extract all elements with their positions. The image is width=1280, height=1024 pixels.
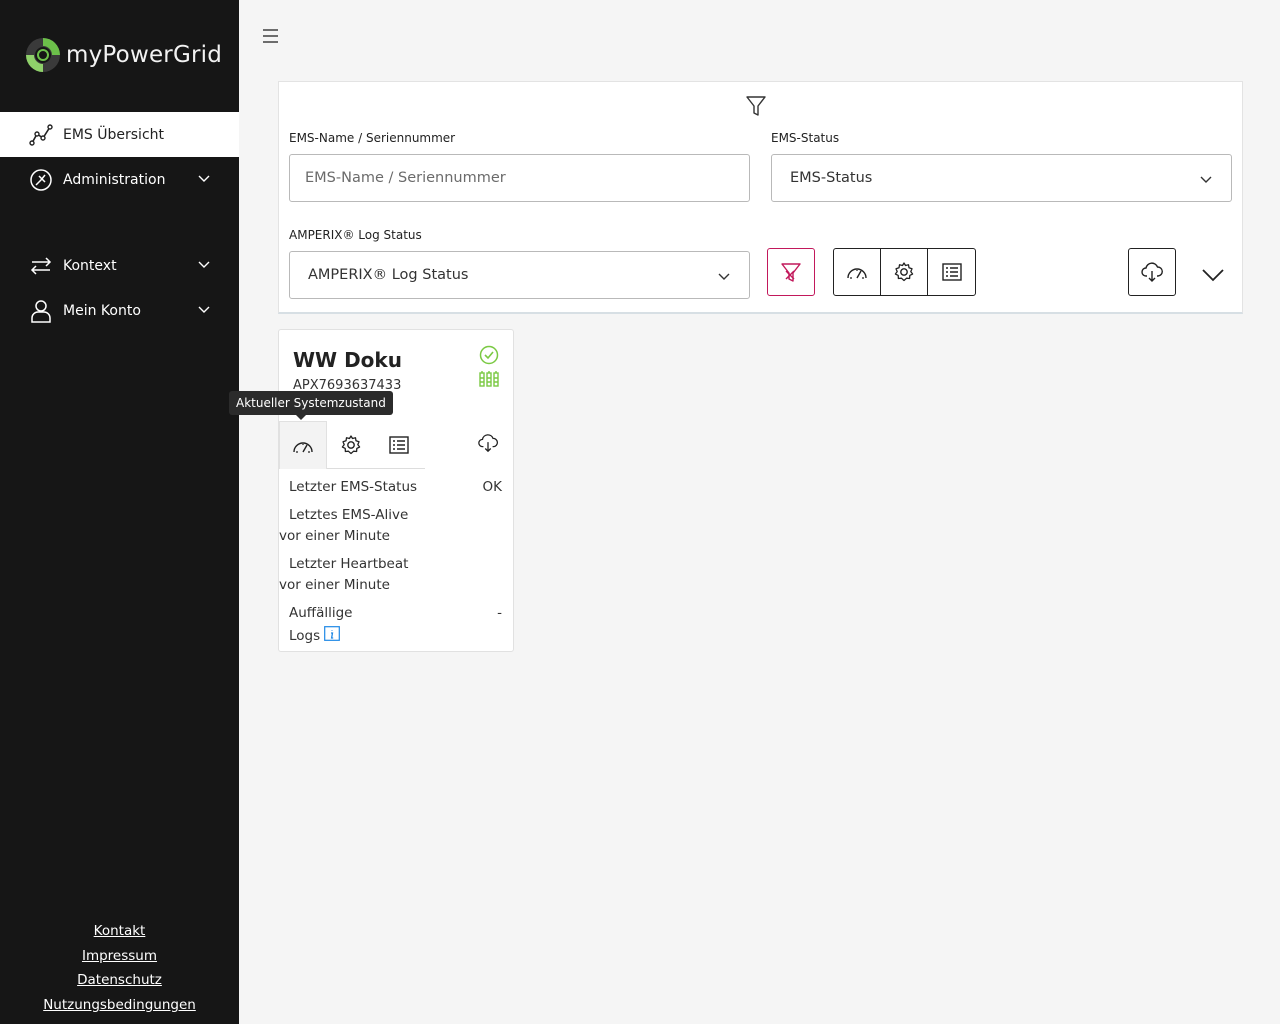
chevron-down-icon [198, 306, 210, 313]
logs-row-label-text: Logs [289, 628, 321, 644]
sidebar-item-administration[interactable]: Administration [0, 157, 239, 202]
gear-icon [341, 435, 361, 455]
ems-status-row-label: Letzter EMS-Status [289, 479, 418, 495]
logs-row-value: - [497, 605, 502, 621]
sidebar-item-label: Mein Konto [63, 302, 141, 319]
chevron-down-icon [718, 273, 730, 280]
cloud-download-icon [1141, 262, 1163, 282]
battery-icon [479, 371, 499, 387]
brand-name: myPowerGrid [66, 42, 223, 68]
check-circle-icon [479, 345, 499, 365]
cloud-download-icon[interactable] [477, 432, 499, 454]
gauge-icon [847, 268, 867, 279]
ems-card-title: WW Doku [293, 348, 402, 372]
chevron-down-icon [198, 175, 210, 182]
sidebar-item-label: EMS Übersicht [63, 126, 165, 143]
gear-icon [894, 262, 914, 282]
logo[interactable]: myPowerGrid [24, 36, 222, 74]
clear-filter-button[interactable] [767, 248, 815, 296]
footer-links: Kontakt Impressum Datenschutz Nutzungsbe… [0, 920, 239, 1018]
sidebar-item-label: Kontext [63, 257, 117, 274]
gauge-icon [293, 441, 313, 453]
admin-icon [28, 167, 54, 193]
sidebar-item-ems-uebersicht[interactable]: EMS Übersicht [0, 112, 239, 157]
download-button[interactable] [1128, 248, 1176, 296]
logs-row-label-2: Logs [289, 626, 341, 644]
sidebar-item-kontext[interactable]: Kontext [0, 243, 239, 288]
card-tabs [279, 421, 425, 469]
chevron-down-icon [198, 261, 210, 268]
ems-status-label: EMS-Status [771, 131, 840, 145]
alive-row-label: Letztes EMS-Alive [289, 507, 409, 523]
ems-name-label: EMS-Name / Seriennummer [289, 131, 456, 145]
datenschutz-link[interactable]: Datenschutz [0, 969, 239, 994]
ems-name-input[interactable] [290, 155, 749, 201]
impressum-link[interactable]: Impressum [0, 945, 239, 970]
kontakt-link[interactable]: Kontakt [0, 920, 239, 945]
sidebar-item-label: Administration [63, 171, 166, 188]
filter-panel: EMS-Name / Seriennummer EMS-Status EMS-S… [278, 81, 1243, 314]
ems-name-field[interactable] [289, 154, 750, 202]
sidebar: myPowerGrid EMS Übersicht Administration… [0, 0, 239, 1024]
tab-logs[interactable] [375, 421, 423, 469]
list-icon [941, 263, 962, 281]
ems-card: WW Doku APX7693637433 Letzter EMS-Status… [278, 329, 514, 652]
sidebar-item-mein-konto[interactable]: Mein Konto [0, 288, 239, 333]
log-status-value: AMPERIX® Log Status [308, 267, 469, 283]
tab-system-state[interactable] [279, 421, 327, 469]
nutzungsbedingungen-link[interactable]: Nutzungsbedingungen [0, 994, 239, 1019]
view-button-group [833, 248, 976, 296]
sidebar-nav: EMS Übersicht Administration Kontext Mei… [0, 112, 239, 333]
system-state-button[interactable] [834, 249, 881, 295]
settings-button[interactable] [881, 249, 928, 295]
chart-line-icon [28, 122, 54, 148]
filter-icon [746, 96, 766, 116]
filter-clear-icon [781, 263, 801, 282]
tab-settings[interactable] [327, 421, 375, 469]
log-status-select[interactable]: AMPERIX® Log Status [289, 251, 750, 299]
power-logo-icon [26, 38, 60, 72]
tooltip: Aktueller Systemzustand [229, 391, 393, 420]
log-list-button[interactable] [928, 249, 975, 295]
log-status-label: AMPERIX® Log Status [289, 228, 422, 242]
menu-icon[interactable] [260, 26, 282, 46]
expand-chevron-icon[interactable] [1201, 267, 1225, 283]
list-icon [389, 436, 409, 454]
heartbeat-row-label: Letzter Heartbeat [289, 556, 409, 572]
logs-row-label: Auffällige [289, 605, 353, 621]
user-icon [28, 298, 54, 324]
ems-status-value: EMS-Status [790, 170, 873, 186]
info-icon[interactable] [324, 626, 341, 641]
alive-row-value: vor einer Minute [279, 528, 390, 544]
heartbeat-row-value: vor einer Minute [279, 577, 390, 593]
ems-status-select[interactable]: EMS-Status [771, 154, 1232, 202]
ems-status-row-value: OK [482, 479, 502, 495]
chevron-down-icon [1200, 176, 1212, 183]
swap-arrows-icon [28, 253, 54, 279]
